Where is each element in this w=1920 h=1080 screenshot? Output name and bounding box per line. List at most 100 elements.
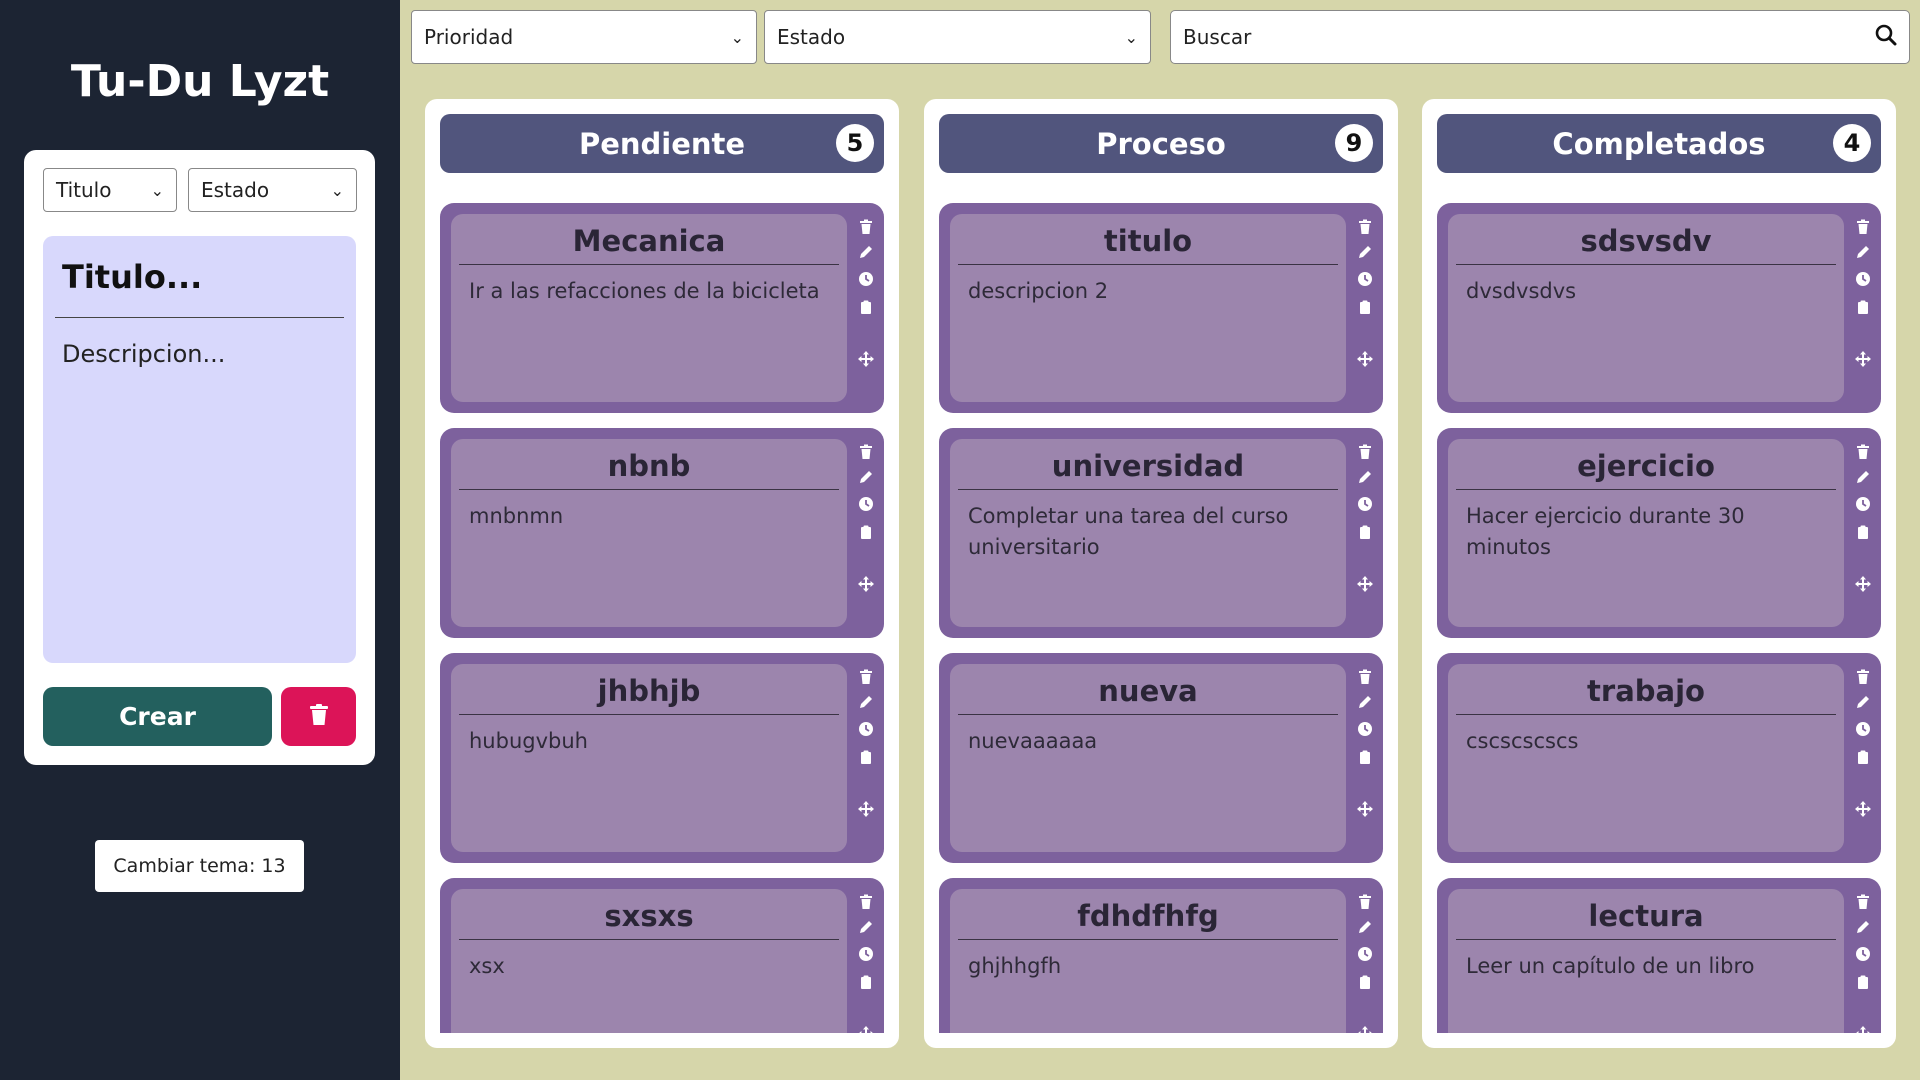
pencil-icon[interactable] — [1853, 467, 1873, 487]
task-divider — [958, 939, 1338, 940]
clear-button[interactable] — [281, 687, 356, 746]
clipboard-icon[interactable] — [856, 972, 876, 992]
task-card[interactable]: sdsvsdv dvsdvsdvs — [1437, 203, 1881, 413]
move-icon[interactable] — [1853, 799, 1873, 819]
change-theme-button[interactable]: Cambiar tema: 13 — [95, 840, 304, 892]
clipboard-icon[interactable] — [1853, 972, 1873, 992]
task-card[interactable]: trabajo cscscscscs — [1437, 653, 1881, 863]
trash-icon[interactable] — [1853, 442, 1873, 462]
trash-icon[interactable] — [856, 667, 876, 687]
task-card[interactable]: jhbhjb hubugvbuh — [440, 653, 884, 863]
column-pendiente: Pendiente 5 Mecanica Ir a las refacciones d… — [425, 99, 899, 1048]
pencil-icon[interactable] — [1355, 692, 1375, 712]
title-sort-select[interactable]: Titulo ⌄ — [43, 168, 177, 212]
trash-icon[interactable] — [856, 442, 876, 462]
trash-icon[interactable] — [1355, 892, 1375, 912]
pencil-icon[interactable] — [1853, 692, 1873, 712]
task-card[interactable]: ejercicio Hacer ejercicio durante 30 minu… — [1437, 428, 1881, 638]
clipboard-icon[interactable] — [1853, 522, 1873, 542]
priority-filter-select[interactable]: Prioridad ⌄ — [411, 10, 757, 64]
clipboard-icon[interactable] — [856, 297, 876, 317]
clipboard-icon[interactable] — [856, 522, 876, 542]
task-description: ghjhhgfh — [968, 954, 1062, 978]
task-card[interactable]: titulo descripcion 2 — [939, 203, 1383, 413]
clock-icon[interactable] — [856, 269, 876, 289]
trash-icon[interactable] — [1355, 217, 1375, 237]
clock-icon[interactable] — [856, 494, 876, 514]
pencil-icon[interactable] — [856, 917, 876, 937]
task-card-body: fdhdfhfg ghjhhgfh — [950, 889, 1346, 1033]
note-divider — [55, 317, 344, 318]
move-icon[interactable] — [1355, 574, 1375, 594]
new-task-description-input[interactable]: Descripcion... — [62, 340, 225, 368]
move-icon[interactable] — [1355, 349, 1375, 369]
pencil-icon[interactable] — [856, 467, 876, 487]
status-filter-select[interactable]: Estado ⌄ — [764, 10, 1151, 64]
clock-icon[interactable] — [1853, 494, 1873, 514]
pencil-icon[interactable] — [1355, 242, 1375, 262]
clock-icon[interactable] — [1853, 719, 1873, 739]
clock-icon[interactable] — [1355, 494, 1375, 514]
task-card[interactable]: universidad Completar una tarea del curso… — [939, 428, 1383, 638]
clock-icon[interactable] — [1853, 944, 1873, 964]
task-actions — [1355, 442, 1375, 624]
task-card[interactable]: nueva nuevaaaaaa — [939, 653, 1383, 863]
task-actions — [1355, 217, 1375, 399]
clipboard-icon[interactable] — [1355, 522, 1375, 542]
trash-icon[interactable] — [1355, 442, 1375, 462]
create-button[interactable]: Crear — [43, 687, 272, 746]
trash-icon[interactable] — [1853, 217, 1873, 237]
clock-icon[interactable] — [1355, 269, 1375, 289]
column-title: Pendiente — [578, 126, 746, 161]
clock-icon[interactable] — [856, 944, 876, 964]
task-card-body: sxsxs xsx — [451, 889, 847, 1033]
status-filter-value: Estado — [777, 25, 846, 49]
pencil-icon[interactable] — [856, 242, 876, 262]
task-card[interactable]: lectura Leer un capítulo de un libro — [1437, 878, 1881, 1033]
move-icon[interactable] — [856, 574, 876, 594]
task-card[interactable]: sxsxs xsx — [440, 878, 884, 1033]
clipboard-icon[interactable] — [1355, 297, 1375, 317]
task-card[interactable]: nbnb mnbnmn — [440, 428, 884, 638]
trash-icon[interactable] — [856, 217, 876, 237]
pencil-icon[interactable] — [1355, 917, 1375, 937]
move-icon[interactable] — [856, 1024, 876, 1033]
task-card[interactable]: Mecanica Ir a las refacciones de la bicic… — [440, 203, 884, 413]
move-icon[interactable] — [1853, 574, 1873, 594]
pencil-icon[interactable] — [1853, 242, 1873, 262]
task-title: sdsvsdv — [1580, 224, 1712, 258]
pencil-icon[interactable] — [1355, 467, 1375, 487]
move-icon[interactable] — [856, 349, 876, 369]
task-divider — [459, 939, 839, 940]
pencil-icon[interactable] — [1853, 917, 1873, 937]
trash-icon[interactable] — [1853, 667, 1873, 687]
clipboard-icon[interactable] — [1355, 747, 1375, 767]
move-icon[interactable] — [856, 799, 876, 819]
move-icon[interactable] — [1853, 349, 1873, 369]
task-card-body: titulo descripcion 2 — [950, 214, 1346, 402]
search-icon[interactable] — [1875, 24, 1897, 50]
trash-icon[interactable] — [856, 892, 876, 912]
clock-icon[interactable] — [1355, 719, 1375, 739]
pencil-icon[interactable] — [856, 692, 876, 712]
clock-icon[interactable] — [1355, 944, 1375, 964]
trash-icon[interactable] — [1853, 892, 1873, 912]
clipboard-icon[interactable] — [1355, 972, 1375, 992]
search-input[interactable] — [1183, 25, 1875, 49]
clipboard-icon[interactable] — [1853, 747, 1873, 767]
new-task-title-input[interactable]: Titulo... — [62, 258, 202, 296]
move-icon[interactable] — [1355, 1024, 1375, 1033]
card-list: Mecanica Ir a las refacciones de la bicic… — [440, 203, 884, 1033]
move-icon[interactable] — [1355, 799, 1375, 819]
clipboard-icon[interactable] — [1853, 297, 1873, 317]
task-actions — [1853, 667, 1873, 849]
trash-icon[interactable] — [1355, 667, 1375, 687]
clock-icon[interactable] — [1853, 269, 1873, 289]
new-task-status-select[interactable]: Estado ⌄ — [188, 168, 357, 212]
task-card[interactable]: fdhdfhfg ghjhhgfh — [939, 878, 1383, 1033]
move-icon[interactable] — [1853, 1024, 1873, 1033]
task-description: Completar una tarea del curso universita… — [968, 504, 1289, 559]
clipboard-icon[interactable] — [856, 747, 876, 767]
task-description: xsx — [469, 954, 505, 978]
clock-icon[interactable] — [856, 719, 876, 739]
